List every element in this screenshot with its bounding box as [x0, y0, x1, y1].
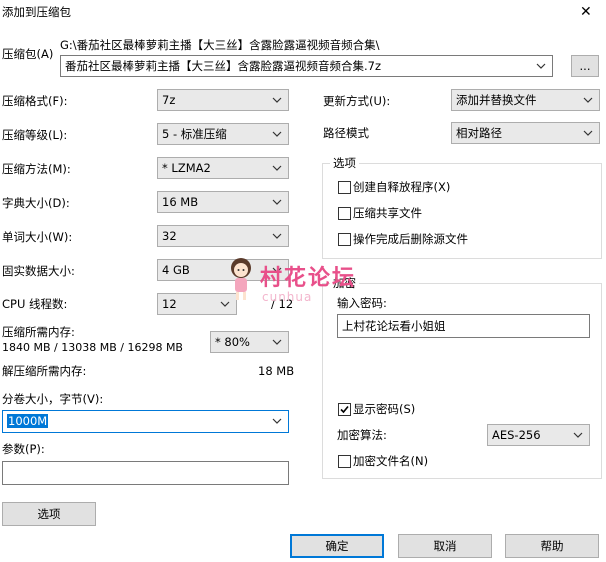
- params-input[interactable]: [2, 461, 289, 485]
- format-label: 压缩格式(F):: [2, 94, 68, 108]
- encrypt-names-checkbox[interactable]: [338, 455, 351, 468]
- enc-method-value: AES-256: [492, 428, 541, 442]
- archive-path: G:\番茄社区最棒萝莉主播【大三丝】含露脸露逼视频音频合集\: [60, 38, 380, 52]
- chevron-down-icon: [220, 299, 230, 309]
- path-mode-select[interactable]: 相对路径: [451, 122, 600, 144]
- word-select[interactable]: 32: [157, 225, 289, 247]
- shared-checkbox[interactable]: [338, 207, 351, 220]
- options-button[interactable]: 选项: [2, 502, 96, 526]
- chevron-down-icon: [272, 416, 282, 426]
- dict-value: 16 MB: [162, 195, 199, 209]
- password-label: 输入密码:: [337, 296, 387, 310]
- mem-decompress-label: 解压缩所需内存:: [2, 364, 87, 378]
- help-button[interactable]: 帮助: [505, 534, 599, 558]
- solid-label: 固实数据大小:: [2, 264, 75, 278]
- close-icon[interactable]: ✕: [580, 4, 592, 20]
- update-select[interactable]: 添加并替换文件: [451, 89, 600, 111]
- word-label: 单词大小(W):: [2, 230, 73, 244]
- cancel-button[interactable]: 取消: [398, 534, 492, 558]
- params-label: 参数(P):: [2, 442, 45, 456]
- level-select[interactable]: 5 - 标准压缩: [157, 123, 289, 145]
- enc-method-select[interactable]: AES-256: [487, 424, 590, 446]
- enc-method-label: 加密算法:: [337, 428, 387, 442]
- solid-value: 4 GB: [162, 263, 190, 277]
- mem-compress-label: 压缩所需内存:: [2, 325, 75, 339]
- format-value: 7z: [162, 93, 176, 107]
- level-value: 5 - 标准压缩: [162, 127, 227, 141]
- split-combo[interactable]: 1000M: [2, 410, 289, 433]
- split-label: 分卷大小，字节(V):: [2, 392, 104, 406]
- cpu-select[interactable]: 12: [157, 293, 237, 315]
- method-value: * LZMA2: [162, 161, 211, 175]
- path-mode-label: 路径模式: [323, 126, 369, 140]
- shared-label: 压缩共享文件: [353, 206, 422, 220]
- cpu-total: / 12: [271, 297, 294, 311]
- encrypt-names-label: 加密文件名(N): [353, 454, 429, 468]
- word-value: 32: [162, 229, 177, 243]
- chevron-down-icon: [272, 337, 282, 347]
- browse-button[interactable]: ...: [571, 55, 599, 77]
- delete-label: 操作完成后删除源文件: [353, 232, 468, 246]
- archive-name-combo[interactable]: 番茄社区最棒萝莉主播【大三丝】含露脸露逼视频音频合集.7z: [60, 55, 553, 77]
- sfx-label: 创建自释放程序(X): [353, 180, 451, 194]
- solid-select[interactable]: 4 GB: [157, 259, 289, 281]
- chevron-down-icon: [272, 95, 282, 105]
- method-label: 压缩方法(M):: [2, 162, 71, 176]
- dict-label: 字典大小(D):: [2, 196, 70, 210]
- chevron-down-icon: [573, 430, 583, 440]
- cpu-label: CPU 线程数:: [2, 297, 68, 311]
- window-title: 添加到压缩包: [2, 5, 71, 19]
- encryption-group: [322, 283, 602, 479]
- mem-percent-value: * 80%: [215, 335, 250, 349]
- chevron-down-icon: [272, 163, 282, 173]
- cpu-value: 12: [162, 297, 177, 311]
- chevron-down-icon: [272, 129, 282, 139]
- checkmark-icon: [340, 405, 349, 414]
- dict-select[interactable]: 16 MB: [157, 191, 289, 213]
- options-group-title: 选项: [330, 156, 359, 170]
- path-mode-value: 相对路径: [456, 126, 502, 140]
- title-bar: 添加到压缩包 ✕: [0, 0, 606, 26]
- level-label: 压缩等级(L):: [2, 128, 68, 142]
- update-label: 更新方式(U):: [323, 94, 391, 108]
- split-value: 1000M: [7, 414, 49, 428]
- chevron-down-icon: [583, 95, 593, 105]
- show-password-label: 显示密码(S): [353, 402, 416, 416]
- format-select[interactable]: 7z: [157, 89, 289, 111]
- archive-name-value: 番茄社区最棒萝莉主播【大三丝】含露脸露逼视频音频合集.7z: [65, 59, 382, 73]
- chevron-down-icon: [583, 128, 593, 138]
- chevron-down-icon: [272, 265, 282, 275]
- delete-checkbox[interactable]: [338, 233, 351, 246]
- sfx-checkbox[interactable]: [338, 181, 351, 194]
- ok-button[interactable]: 确定: [290, 534, 384, 558]
- mem-compress-detail: 1840 MB / 13038 MB / 16298 MB: [2, 341, 183, 354]
- archive-label: 压缩包(A): [2, 47, 54, 61]
- encryption-group-title: 加密: [330, 276, 359, 290]
- mem-decompress-value: 18 MB: [258, 364, 295, 378]
- chevron-down-icon: [536, 61, 546, 71]
- chevron-down-icon: [272, 197, 282, 207]
- method-select[interactable]: * LZMA2: [157, 157, 289, 179]
- chevron-down-icon: [272, 231, 282, 241]
- update-value: 添加并替换文件: [456, 93, 537, 107]
- show-password-checkbox[interactable]: [338, 403, 351, 416]
- password-input[interactable]: 上村花论坛看小姐姐: [337, 314, 590, 338]
- mem-percent-select[interactable]: * 80%: [210, 331, 289, 353]
